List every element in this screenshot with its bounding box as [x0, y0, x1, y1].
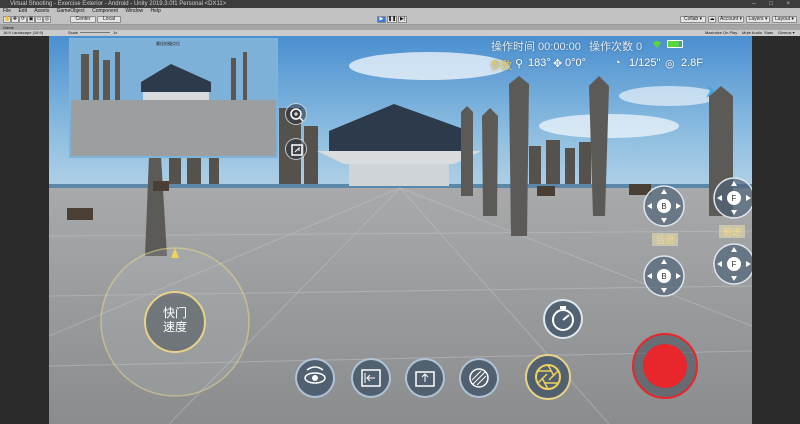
window-title: Virtual Shooting - Exercise Exterior - A…: [10, 1, 227, 7]
exposure-compensation-button[interactable]: [351, 358, 391, 398]
svg-text:B: B: [661, 272, 666, 281]
menu-assets[interactable]: Assets: [34, 8, 49, 14]
filter-button[interactable]: [459, 358, 499, 398]
gyroscope-icon: [304, 366, 326, 384]
step-button[interactable]: ▶|: [398, 16, 408, 23]
collab-button[interactable]: Collab ▾: [680, 16, 706, 23]
backward-label: 后退: [652, 233, 679, 246]
shutter-dial-icon: ◔: [614, 57, 621, 69]
move-tool-button[interactable]: ✥: [11, 16, 19, 23]
account-button[interactable]: Account ▾: [718, 16, 744, 23]
hand-tool-button[interactable]: ✋: [3, 16, 11, 23]
window-controls[interactable]: – □ ×: [752, 0, 796, 8]
window-title-bar: Virtual Shooting - Exercise Exterior - A…: [0, 0, 800, 8]
move-icon: ✥: [553, 58, 563, 70]
play-controls: ▶ ❚❚ ▶|: [377, 16, 408, 23]
play-button[interactable]: ▶: [377, 16, 386, 23]
cloud-icon[interactable]: ☁: [708, 16, 716, 23]
exposure-icon: [361, 369, 381, 387]
layout-button[interactable]: Layout ▾: [772, 16, 797, 23]
heading-value: 183°: [528, 57, 551, 69]
direction-arrow-icon: [706, 84, 716, 98]
forward-label: 前进: [719, 225, 746, 238]
svg-text:F: F: [732, 260, 737, 269]
game-scene[interactable]: 最佳拍摄点位 操作时间 00:00:00 操作次数 0 参数 ⚲ 183° ✥ …: [49, 36, 752, 424]
operation-count: 操作次数 0: [589, 41, 643, 53]
menu-edit[interactable]: Edit: [18, 8, 27, 14]
tilt-forward-pad[interactable]: F: [712, 242, 752, 286]
transform-tool-button[interactable]: ◎: [43, 16, 51, 23]
level-adjust-button[interactable]: [405, 358, 445, 398]
expand-icon: [291, 144, 303, 156]
svg-text:F: F: [732, 194, 737, 203]
rotate-tool-button[interactable]: ⟳: [19, 16, 27, 23]
pause-button[interactable]: ❚❚: [386, 16, 398, 23]
pivot-center-button[interactable]: Center: [70, 16, 96, 23]
best-shot-preview[interactable]: 最佳拍摄点位: [69, 38, 278, 158]
preview-caption: 最佳拍摄点位: [156, 41, 180, 46]
tilt-back-pad[interactable]: B: [642, 254, 686, 298]
battery-icon: [667, 40, 683, 48]
params-label: 参数: [490, 60, 512, 72]
fullscreen-button[interactable]: [285, 138, 307, 160]
level-icon: [415, 371, 435, 387]
menu-component[interactable]: Component: [92, 8, 118, 14]
shutter-value: 1/125": [629, 57, 661, 69]
move-back-pad[interactable]: B: [642, 184, 686, 228]
aperture-button[interactable]: [525, 354, 571, 400]
menu-window[interactable]: Window: [125, 8, 143, 14]
menu-help[interactable]: Help: [151, 8, 161, 14]
scale-tool-button[interactable]: ▣: [27, 16, 35, 23]
menu-gameobject[interactable]: GameObject: [57, 8, 85, 14]
aperture-value: 2.8F: [681, 57, 704, 69]
aperture-shutter-icon: [535, 364, 561, 390]
rect-tool-button[interactable]: ▭: [35, 16, 43, 23]
preview-scene: [71, 40, 276, 156]
menu-bar: File Edit Assets GameObject Component Wi…: [0, 8, 800, 15]
scale-slider[interactable]: [80, 32, 110, 33]
pivot-local-button[interactable]: Local: [97, 16, 121, 23]
filter-icon: [469, 368, 489, 388]
aperture-icon: ◎: [665, 58, 675, 70]
location-pin-icon: ⚲: [515, 58, 524, 70]
svg-text:B: B: [661, 202, 666, 211]
record-button[interactable]: [631, 332, 699, 400]
operation-time: 操作时间 00:00:00: [491, 41, 581, 53]
zoom-in-icon: [290, 108, 304, 122]
zoom-in-button[interactable]: [285, 103, 307, 125]
move-forward-pad[interactable]: F: [712, 176, 752, 220]
wifi-icon: [653, 41, 661, 48]
editor-toolbar: ✋ ✥ ⟳ ▣ ▭ ◎ Center Local ▶ ❚❚ ▶| Collab …: [0, 15, 800, 25]
battery-level: [668, 41, 680, 47]
tilt-value: 0°0°: [565, 57, 587, 69]
layers-button[interactable]: Layers ▾: [746, 16, 770, 23]
menu-file[interactable]: File: [3, 8, 11, 14]
shutter-speed-label: 快门 速度: [162, 306, 187, 334]
timer-button[interactable]: [542, 298, 584, 340]
gyro-mode-button[interactable]: [295, 358, 335, 398]
game-viewport: 最佳拍摄点位 操作时间 00:00:00 操作次数 0 参数 ⚲ 183° ✥ …: [0, 36, 800, 424]
